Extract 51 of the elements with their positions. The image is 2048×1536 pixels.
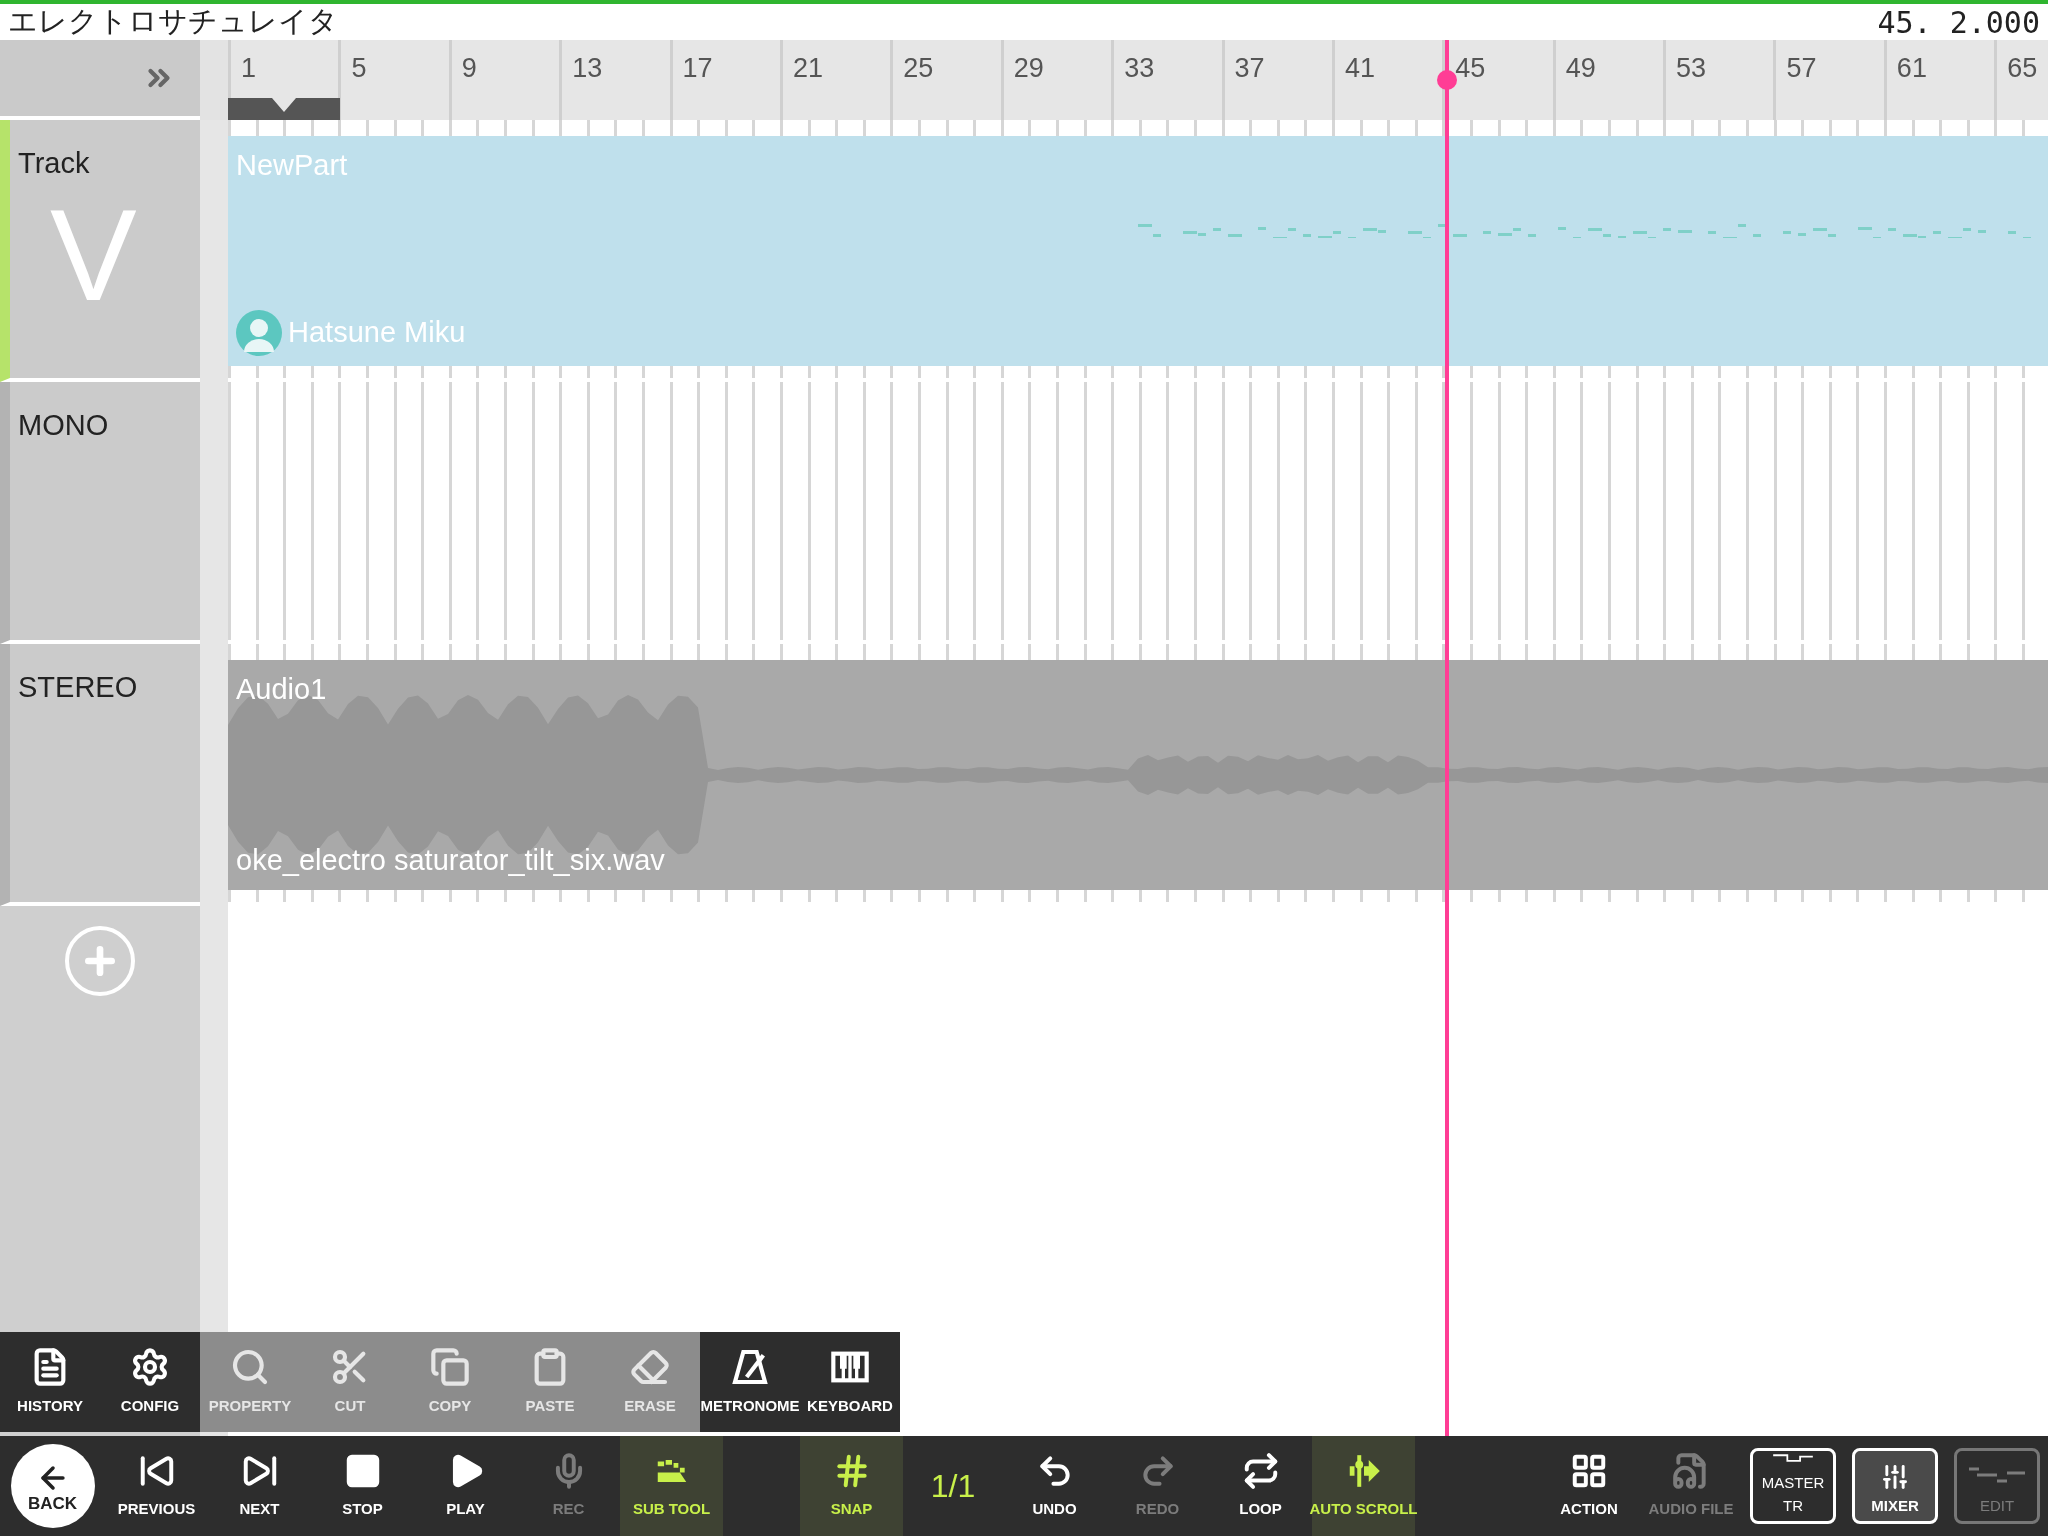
part-name: Audio1: [236, 672, 327, 707]
toolbar-button[interactable]: SNAP: [800, 1436, 903, 1536]
avatar-icon: [234, 308, 284, 358]
toolbar-button[interactable]: KEYBOARD: [800, 1332, 900, 1432]
toolbar-button[interactable]: AUTO SCROLL: [1312, 1436, 1415, 1536]
toolbar-button[interactable]: CONFIG: [100, 1332, 200, 1432]
track-name: Track: [18, 146, 90, 181]
bar-number: 49: [1565, 53, 1596, 83]
bar-number: 45: [1455, 53, 1486, 83]
snap-value[interactable]: 1/1: [903, 1436, 1003, 1536]
file-name: oke_electro saturator_tilt_six.wav: [236, 842, 665, 878]
bar-number: 53: [1676, 53, 1707, 83]
singer-name: Hatsune Miku: [288, 315, 466, 351]
ruler[interactable]: 1 5 9 13 17 21 25 29 33 37 41 45 49 53 57 61 65: [228, 40, 2048, 120]
position-readout: 45. 2.000: [1877, 3, 2040, 42]
bar-number: 37: [1234, 53, 1265, 83]
back-button[interactable]: BACK: [10, 1444, 95, 1528]
view-tab[interactable]: MASTER TR: [1750, 1448, 1836, 1524]
bar-number: 65: [2007, 53, 2038, 83]
part-name: NewPart: [236, 148, 348, 183]
bar-number: 21: [792, 53, 823, 83]
bar-number: 57: [1786, 53, 1817, 83]
toolbar-button[interactable]: UNDO: [1003, 1436, 1106, 1536]
bar-number: 61: [1896, 53, 1927, 83]
bar-number: 5: [351, 53, 367, 83]
toolbar-button[interactable]: PLAY: [414, 1436, 517, 1536]
track-name: MONO: [18, 408, 109, 443]
copy-icon: [430, 1346, 470, 1387]
toolbar-button[interactable]: NEXT: [208, 1436, 311, 1536]
toolbar-button[interactable]: METRONOME: [700, 1332, 800, 1432]
gear-icon: [130, 1346, 170, 1387]
view-tab[interactable]: MIXER: [1852, 1448, 1938, 1524]
toolbar-button[interactable]: HISTORY: [0, 1332, 100, 1432]
add-track-button[interactable]: [65, 926, 135, 996]
bar-number: 9: [461, 53, 477, 83]
track-header[interactable]: MONO: [0, 382, 200, 644]
bar-number: 41: [1344, 53, 1375, 83]
bar-number: 29: [1013, 53, 1044, 83]
toolbar-button[interactable]: ACTION: [1538, 1436, 1640, 1536]
track-name: STEREO: [18, 670, 138, 705]
toolbar-button[interactable]: STOP: [311, 1436, 414, 1536]
bar-number: 13: [572, 53, 603, 83]
bar-number: 33: [1124, 53, 1155, 83]
toolbar-button[interactable]: SUB TOOL: [620, 1436, 723, 1536]
bar-number: 25: [903, 53, 934, 83]
bar-number: 1: [241, 53, 257, 83]
toolbar-button[interactable]: PREVIOUS: [105, 1436, 208, 1536]
track-header[interactable]: STEREO: [0, 644, 200, 906]
loop-marker[interactable]: [228, 98, 340, 120]
song-title: エレクトロサチュレイタ: [8, 3, 338, 41]
bar-number: 17: [682, 53, 713, 83]
